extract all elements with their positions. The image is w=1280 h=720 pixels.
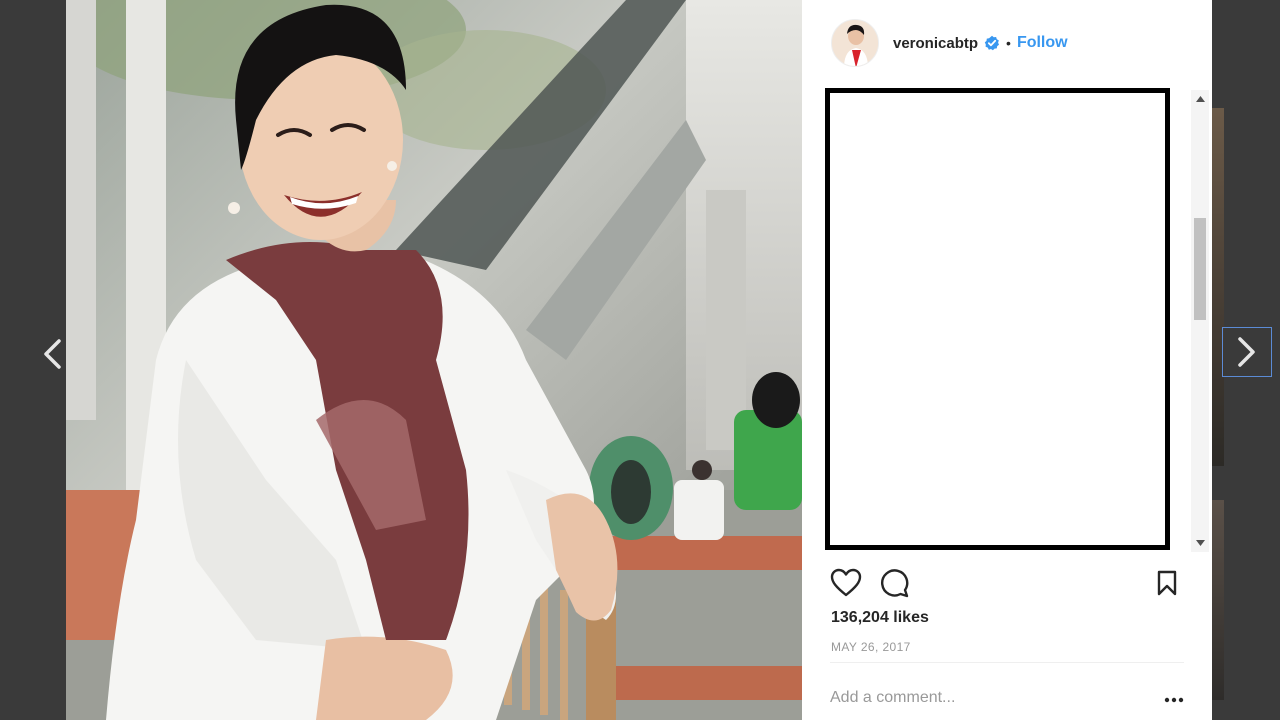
next-post-preview (1212, 108, 1224, 466)
comment-icon[interactable] (880, 568, 910, 603)
post-header: veronicabtp • Follow (802, 0, 1212, 86)
chevron-left-icon (44, 339, 61, 369)
username-link[interactable]: veronicabtp (893, 35, 978, 52)
comment-input[interactable] (830, 686, 1130, 710)
avatar[interactable] (831, 19, 879, 67)
comments-scrollbar[interactable] (1191, 90, 1209, 552)
scroll-down-arrow-icon[interactable] (1191, 534, 1209, 552)
bookmark-icon[interactable] (1156, 570, 1178, 601)
heart-icon[interactable] (830, 568, 862, 603)
avatar-image (832, 20, 878, 66)
post-detail-panel: veronicabtp • Follow 136,204 likes MAY 2… (802, 0, 1212, 720)
comments-area[interactable] (825, 88, 1170, 550)
next-post-button[interactable] (1222, 327, 1272, 377)
next-post-preview-lower (1212, 500, 1224, 700)
post-photo-image (66, 0, 802, 720)
divider (830, 662, 1184, 663)
post-date: MAY 26, 2017 (831, 640, 911, 654)
post-photo (66, 0, 802, 720)
verified-badge-icon (984, 35, 1000, 51)
header-separator: • (1006, 35, 1011, 51)
follow-button[interactable]: Follow (1017, 34, 1068, 52)
scroll-up-arrow-icon[interactable] (1191, 90, 1209, 108)
scroll-thumb[interactable] (1194, 218, 1206, 320)
chevron-right-icon (1238, 337, 1255, 367)
likes-count[interactable]: 136,204 likes (831, 609, 929, 627)
more-options-icon[interactable] (1164, 690, 1184, 708)
post-actions (830, 566, 1186, 600)
